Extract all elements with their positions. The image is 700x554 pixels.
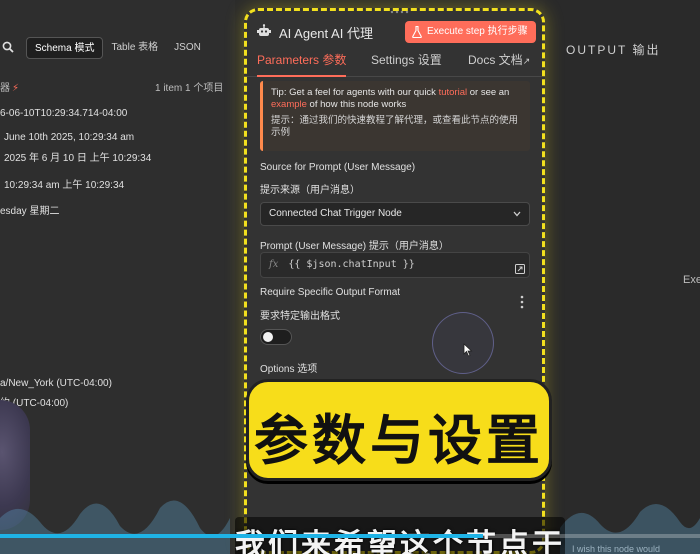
item-count: 1 item 1 个项目 <box>155 83 224 94</box>
more-options-icon[interactable] <box>520 295 524 309</box>
node-tabs: Parameters 参数 Settings 设置 Docs 文档↗ <box>247 51 542 77</box>
input-toolbar: Schema 模式 Table 表格 JSON <box>0 37 235 61</box>
prompt-expression-field[interactable]: fx {{ $json.chatInput }} <box>260 252 530 278</box>
trigger-bolt-icon: ⚡ <box>12 83 20 94</box>
tab-docs[interactable]: Docs 文档↗ <box>468 51 530 70</box>
search-icon[interactable] <box>2 41 14 53</box>
fx-icon: fx <box>269 259 279 270</box>
tab-parameters[interactable]: Parameters 参数 <box>257 51 347 77</box>
title-caption-text: 参数与设置 <box>254 409 544 472</box>
view-mode-tabs: Schema 模式 Table 表格 JSON <box>26 37 209 59</box>
title-caption: 参数与设置 <box>246 379 552 481</box>
require-format-label-zh: 要求特定输出格式 <box>260 311 340 322</box>
mouse-pointer-icon <box>463 343 473 357</box>
tab-settings[interactable]: Settings 设置 <box>371 51 442 69</box>
source-label-zh: 提示来源（用户消息） <box>260 185 360 196</box>
tip-mid: or see an <box>467 87 510 98</box>
prompt-source-select[interactable]: Connected Chat Trigger Node <box>260 202 530 226</box>
toggle-knob <box>263 332 273 342</box>
input-value-row: 6-06-10T10:29:34.714-04:00 <box>0 108 128 119</box>
node-name[interactable]: AI Agent AI 代理 <box>279 23 373 42</box>
external-link-icon: ↗ <box>522 56 531 66</box>
output-panel: OUTPUT 输出 Exe I wish this node would <box>545 0 700 554</box>
example-link[interactable]: example <box>271 99 307 110</box>
source-label: Source for Prompt (User Message) <box>260 162 416 173</box>
execute-step-button[interactable]: Execute step 执行步骤 <box>405 21 536 43</box>
video-progress-fill <box>0 534 483 538</box>
output-title: OUTPUT 输出 <box>566 43 661 57</box>
require-format-label: Require Specific Output Format <box>260 287 401 298</box>
prompt-expression-value: {{ $json.chatInput }} <box>288 259 415 270</box>
execute-step-label: Execute step 执行步骤 <box>427 26 528 37</box>
options-label: Options 选项 <box>260 364 318 375</box>
input-value-row: 10:29:34 am 上午 10:29:34 <box>4 180 125 191</box>
robot-icon <box>257 24 271 36</box>
tab-table[interactable]: Table 表格 <box>103 37 166 59</box>
tutorial-link[interactable]: tutorial <box>439 87 468 98</box>
prompt-source-value: Connected Chat Trigger Node <box>269 208 402 219</box>
tab-json[interactable]: JSON <box>166 37 209 59</box>
tip-chinese: 提示：通过我们的快速教程了解代理，或查看此节点的使用示例 <box>271 115 519 138</box>
drag-handle-icon[interactable] <box>389 9 411 15</box>
input-value-row: a/New_York (UTC-04:00) <box>0 378 112 389</box>
tab-schema[interactable]: Schema 模式 <box>26 37 104 59</box>
tab-docs-label: Docs 文档 <box>468 53 523 67</box>
flask-icon <box>412 26 422 38</box>
output-execute-hint: Exe <box>683 274 700 286</box>
tip-callout: Tip: Get a feel for agents with our quic… <box>260 81 530 151</box>
require-format-toggle[interactable] <box>260 329 292 345</box>
node-header: AI Agent AI 代理 Execute step 执行步骤 <box>257 21 536 43</box>
expand-icon[interactable] <box>515 264 525 274</box>
prompt-label: Prompt (User Message) 提示（用户消息） <box>260 241 449 252</box>
input-value-row: June 10th 2025, 10:29:34 am <box>4 132 135 143</box>
input-node-name: 器 <box>0 83 10 94</box>
input-value-row: 2025 年 6 月 10 日 上午 10:29:34 <box>4 153 152 164</box>
video-progress-bar[interactable] <box>0 534 700 538</box>
input-node-title: 器 ⚡ <box>0 79 19 94</box>
tip-suffix: of how this node works <box>306 99 407 110</box>
tip-prefix: Tip: Get a feel for agents with our quic… <box>271 87 439 98</box>
input-value-row: esday 星期二 <box>0 206 60 217</box>
chevron-down-icon <box>513 211 521 217</box>
input-panel: Schema 模式 Table 表格 JSON 器 ⚡ 1 item 1 个项目 … <box>0 0 235 554</box>
